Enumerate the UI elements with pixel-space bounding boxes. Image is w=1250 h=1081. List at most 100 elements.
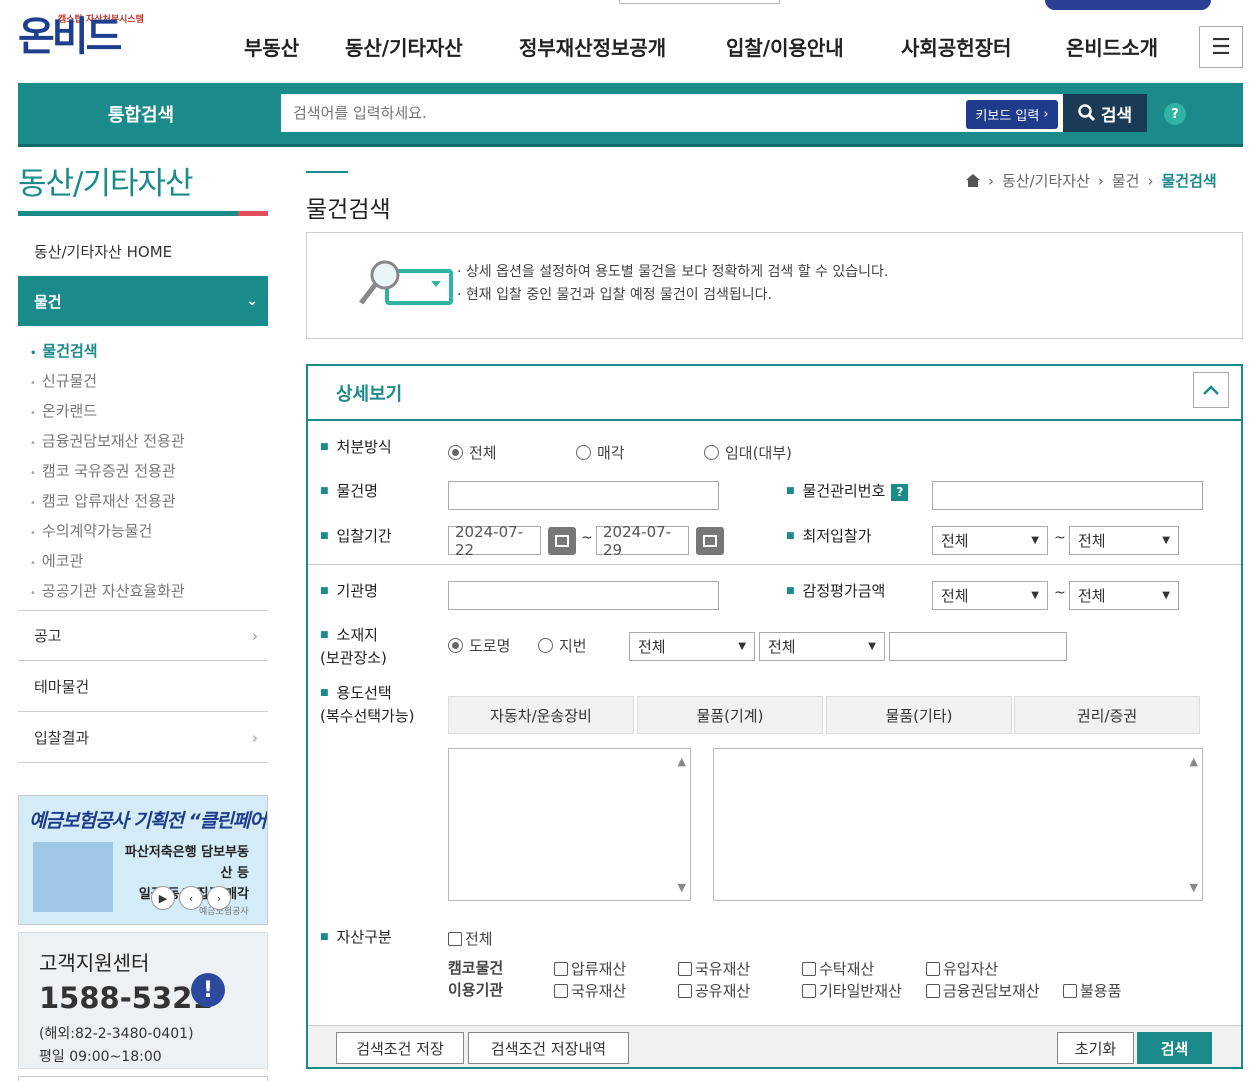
usage-subcategory-list[interactable]: ▲ ▼	[713, 748, 1203, 901]
usage-tab-machine[interactable]: 물품(기계)	[637, 696, 823, 734]
sidebar-subitem-financial[interactable]: • 금융권담보재산 전용관	[30, 430, 185, 451]
search-input[interactable]	[281, 94, 1063, 132]
asset-all-checkbox[interactable]: 전체	[448, 928, 493, 949]
sidebar-subitem-label: 물건검색	[42, 342, 98, 360]
disposal-radio-lease[interactable]: 임대(대부)	[704, 442, 792, 463]
checkbox-icon	[554, 983, 568, 998]
customer-phone[interactable]: 1588-5321	[39, 981, 212, 1015]
location-city-select[interactable]: 전체 ▼	[629, 632, 755, 661]
kamco-trust-checkbox[interactable]: 수탁재산	[802, 958, 874, 979]
breadcrumb-item[interactable]: 물건	[1112, 170, 1140, 191]
sidebar-subitem-public-efficiency[interactable]: • 공공기관 자산효율화관	[30, 580, 185, 601]
object-name-input[interactable]	[448, 481, 719, 510]
checkbox-label: 불용품	[1080, 982, 1122, 1000]
disposal-radio-all[interactable]: 전체	[448, 442, 497, 463]
sidebar-subitem-eco[interactable]: • 에코관	[30, 550, 83, 571]
hamburger-menu-button[interactable]: ☰	[1199, 26, 1243, 68]
disposal-radio-sale[interactable]: 매각	[576, 442, 625, 463]
home-icon[interactable]	[966, 174, 980, 187]
sidebar-subitem-new[interactable]: • 신규물건	[30, 370, 97, 391]
scroll-down-icon[interactable]: ▼	[1190, 881, 1198, 894]
location-district-select[interactable]: 전체 ▼	[759, 632, 885, 661]
appraisal-from-select[interactable]: 전체 ▼	[932, 581, 1048, 610]
location-radio-road[interactable]: 도로명	[448, 635, 510, 656]
breadcrumb-current: 물건검색	[1161, 172, 1217, 190]
gnb-social-market[interactable]: 사회공헌장터	[901, 32, 1011, 61]
usage-tab-goods[interactable]: 물품(기타)	[826, 696, 1012, 734]
scroll-up-icon[interactable]: ▲	[1190, 755, 1198, 768]
org-name-label: ■ 기관명	[320, 582, 378, 600]
bullet-icon: •	[30, 348, 37, 359]
breadcrumb-item[interactable]: 동산/기타자산	[1002, 170, 1090, 191]
onbid-logo[interactable]: 온비드	[18, 4, 122, 62]
question-icon[interactable]: ?	[891, 484, 909, 501]
promo-banner[interactable]: 예금보험공사 기획전 “클린페어” 파산저축은행 담보부동산 등 일괄·동시·집…	[18, 795, 268, 925]
sidebar-item-objects[interactable]: 물건 ⌄	[18, 276, 268, 326]
min-price-label: ■ 최저입찰가	[786, 527, 872, 545]
bullet-icon: •	[30, 408, 36, 419]
reset-button[interactable]: 초기화	[1057, 1032, 1134, 1064]
usage-category-list[interactable]: ▲ ▼	[448, 748, 691, 901]
label-text: 감정평가금액	[802, 582, 886, 600]
checkbox-icon	[678, 983, 692, 998]
date-to-input[interactable]: 2024-07-29	[596, 523, 689, 559]
agency-general-checkbox[interactable]: 기타일반재산	[802, 980, 902, 1001]
location-label: ■ 소재지 (보관장소)	[320, 626, 387, 667]
date-from-input[interactable]: 2024-07-22	[448, 523, 541, 559]
gnb-about[interactable]: 온비드소개	[1066, 32, 1158, 61]
checkbox-icon	[926, 983, 940, 998]
sidebar-item-theme[interactable]: 테마물건	[18, 662, 268, 712]
usage-tab-rights[interactable]: 권리/증권	[1014, 696, 1200, 734]
gnb-bid-guide[interactable]: 입찰/이용안내	[726, 32, 844, 61]
chevron-left-icon[interactable]: ‹	[179, 886, 203, 910]
kamco-national-checkbox[interactable]: 국유재산	[678, 958, 750, 979]
search-button[interactable]: 검색	[1063, 94, 1147, 132]
agency-financial-checkbox[interactable]: 금융권담보재산	[926, 980, 1040, 1001]
scroll-down-icon[interactable]: ▼	[678, 881, 686, 894]
collapse-toggle-button[interactable]	[1193, 372, 1229, 408]
sidebar-subitem-private-contract[interactable]: • 수의계약가능물건	[30, 520, 152, 541]
sidebar-item-home[interactable]: 동산/기타자산 HOME	[18, 227, 268, 277]
calendar-icon[interactable]	[696, 527, 724, 555]
kamco-seized-checkbox[interactable]: 압류재산	[554, 958, 626, 979]
sidebar-item-notice[interactable]: 공고 ›	[18, 611, 268, 661]
sidebar-subitem-seized[interactable]: • 캠코 압류재산 전용관	[30, 490, 176, 511]
sidebar-subitem-oncarland[interactable]: • 온카랜드	[30, 400, 97, 421]
location-radio-lot[interactable]: 지번	[538, 635, 587, 656]
help-icon[interactable]: ?	[1164, 103, 1186, 125]
gnb-real-estate[interactable]: 부동산	[244, 32, 299, 61]
detail-search-button[interactable]: 검색	[1137, 1032, 1212, 1064]
sidebar-subitem-securities[interactable]: • 캠코 국유증권 전용관	[30, 460, 176, 481]
checkbox-icon	[554, 961, 568, 976]
chevron-right-icon[interactable]: ›	[207, 886, 231, 910]
min-price-to-select[interactable]: 전체 ▼	[1069, 526, 1179, 555]
play-icon[interactable]: ▶	[151, 886, 175, 910]
building-illustration	[33, 842, 113, 912]
save-condition-button[interactable]: 검색조건 저장	[336, 1032, 464, 1064]
saved-conditions-button[interactable]: 검색조건 저장내역	[468, 1032, 629, 1064]
sidebar-item-results[interactable]: 입찰결과 ›	[18, 713, 268, 763]
appraisal-to-select[interactable]: 전체 ▼	[1069, 581, 1179, 610]
top-utility-button[interactable]	[1045, 0, 1211, 10]
min-price-from-select[interactable]: 전체 ▼	[932, 526, 1048, 555]
range-tilde: ~	[1054, 585, 1066, 601]
agency-unused-checkbox[interactable]: 불용품	[1063, 980, 1121, 1001]
select-value: 전체	[1078, 587, 1106, 605]
keyboard-input-button[interactable]: 키보드 입력 ›	[966, 100, 1058, 129]
mgmt-number-input[interactable]	[932, 481, 1203, 510]
gnb-movables[interactable]: 동산/기타자산	[345, 32, 463, 61]
location-detail-input[interactable]	[889, 632, 1067, 661]
sidebar-subitem-search[interactable]: • 물건검색	[30, 340, 98, 361]
radio-label: 매각	[597, 444, 625, 462]
scroll-up-icon[interactable]: ▲	[678, 755, 686, 768]
kamco-inflow-checkbox[interactable]: 유입자산	[926, 958, 998, 979]
org-name-input[interactable]	[448, 581, 719, 610]
agency-national-checkbox[interactable]: 국유재산	[554, 980, 626, 1001]
customer-center: 고객지원센터 1588-5321 (해외:82-2-3480-0401) 평일 …	[18, 932, 268, 1069]
sidebar-title: 동산/기타자산	[18, 166, 194, 202]
label-text: 용도선택	[336, 684, 392, 702]
agency-public-checkbox[interactable]: 공유재산	[678, 980, 750, 1001]
gnb-gov-property[interactable]: 정부재산정보공개	[519, 32, 666, 61]
usage-tab-vehicle[interactable]: 자동차/운송장비	[448, 696, 634, 734]
calendar-icon[interactable]	[548, 527, 576, 555]
